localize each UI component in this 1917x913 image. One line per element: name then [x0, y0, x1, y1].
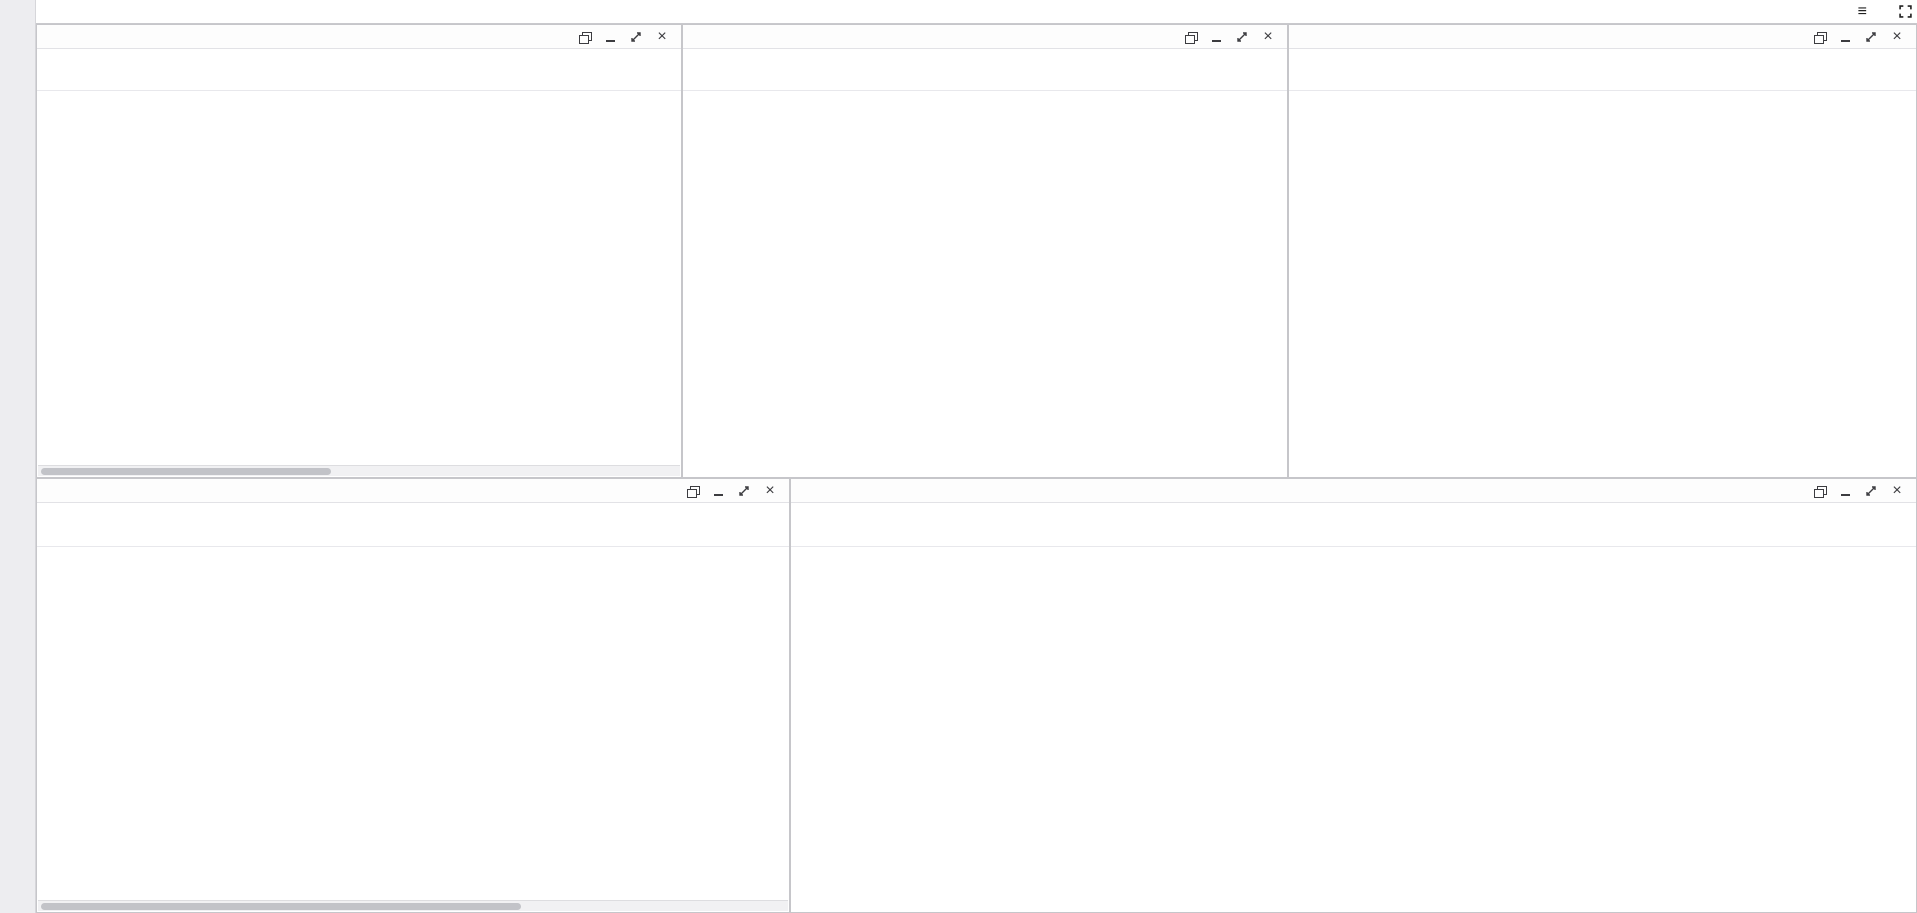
- minimize-icon[interactable]: [603, 30, 617, 44]
- tab-new[interactable]: [1873, 0, 1893, 23]
- tab-spacer: [54, 0, 1852, 23]
- panel-files-titlebar: ×: [37, 25, 681, 49]
- minimize-icon[interactable]: [1838, 484, 1852, 498]
- restore-icon[interactable]: [1812, 30, 1826, 44]
- maximize-icon[interactable]: [629, 30, 643, 44]
- minimize-icon[interactable]: [1838, 30, 1852, 44]
- horizontal-scrollbar[interactable]: [38, 900, 788, 911]
- panel-work-titlebar: ×: [1289, 25, 1916, 49]
- fullscreen-icon[interactable]: [1893, 0, 1917, 23]
- minimize-icon[interactable]: [1209, 30, 1223, 44]
- restore-icon[interactable]: [1183, 30, 1197, 44]
- close-icon[interactable]: ×: [763, 484, 777, 498]
- restore-icon[interactable]: [1812, 484, 1826, 498]
- panel-consolidated: ×: [790, 478, 1917, 913]
- horizontal-scrollbar[interactable]: [38, 465, 680, 476]
- restore-icon[interactable]: [577, 30, 591, 44]
- close-icon[interactable]: ×: [1890, 484, 1904, 498]
- panel-consolidated-titlebar: ×: [791, 479, 1916, 503]
- panel-work-types: ×: [1288, 24, 1917, 478]
- close-icon[interactable]: ×: [1890, 30, 1904, 44]
- maximize-icon[interactable]: [1235, 30, 1249, 44]
- panel-files: ×: [36, 24, 682, 478]
- breadcrumb[interactable]: [36, 0, 54, 23]
- app-sidebar: [0, 0, 36, 913]
- top-tab-bar: ≡: [36, 0, 1917, 24]
- maximize-icon[interactable]: [737, 484, 751, 498]
- minimize-icon[interactable]: [711, 484, 725, 498]
- hamburger-icon[interactable]: ≡: [1852, 0, 1873, 23]
- maximize-icon[interactable]: [1864, 484, 1878, 498]
- close-icon[interactable]: ×: [1261, 30, 1275, 44]
- maximize-icon[interactable]: [1864, 30, 1878, 44]
- close-icon[interactable]: ×: [655, 30, 669, 44]
- panel-combined: ×: [36, 478, 790, 913]
- panel-unit-titlebar: ×: [683, 25, 1287, 49]
- restore-icon[interactable]: [685, 484, 699, 498]
- panel-combined-titlebar: ×: [37, 479, 789, 503]
- panel-unit-rates: ×: [682, 24, 1288, 478]
